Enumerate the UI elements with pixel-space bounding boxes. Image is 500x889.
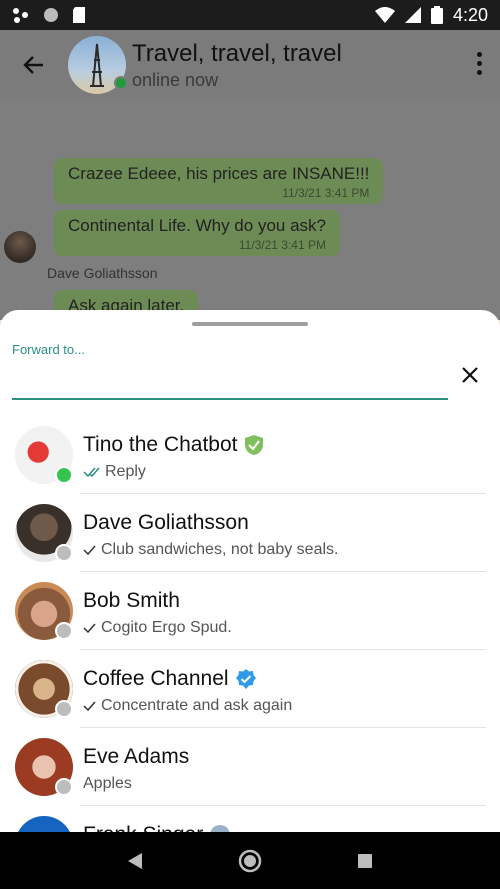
chat-area: Crazee Edeee, his prices are INSANE!!! 1… <box>0 100 500 320</box>
chat-subtitle: online now <box>132 69 219 90</box>
verified-badge-icon <box>235 669 256 689</box>
close-button[interactable] <box>452 360 488 390</box>
offline-indicator <box>55 700 73 718</box>
status-bar: 4:20 <box>0 0 500 30</box>
message-bubble[interactable]: Continental Life. Why do you ask? 11/3/2… <box>54 210 340 256</box>
avatar <box>15 816 73 832</box>
message-bubble[interactable]: Crazee Edeee, his prices are INSANE!!! 1… <box>54 158 384 204</box>
contact-name: Dave Goliathsson <box>83 511 249 534</box>
contact-preview: Club sandwiches, not baby seals. <box>101 541 339 558</box>
message-text: Continental Life. Why do you ask? <box>68 216 326 235</box>
recents-square-icon[interactable] <box>357 853 373 869</box>
contact-preview: Reply <box>105 463 146 480</box>
contact-name: Tino the Chatbot <box>83 433 238 456</box>
check-icon <box>83 623 96 634</box>
sender-avatar[interactable] <box>4 231 36 263</box>
forward-search-input[interactable] <box>12 360 448 400</box>
close-icon <box>462 367 478 383</box>
online-indicator <box>55 466 73 484</box>
sync-icon <box>44 8 58 22</box>
offline-indicator <box>55 622 73 640</box>
clock: 4:20 <box>452 4 488 25</box>
contact-row[interactable]: Bob Smith Cogito Ergo Spud. <box>0 572 500 650</box>
back-triangle-icon[interactable] <box>127 852 143 870</box>
contact-name: Coffee Channel <box>83 667 229 690</box>
contact-preview: Apples <box>83 775 132 792</box>
message-time: 11/3/21 3:41 PM <box>238 238 326 252</box>
message-text: Crazee Edeee, his prices are INSANE!!! <box>68 164 370 183</box>
forward-label: Forward to... <box>12 342 85 357</box>
online-indicator <box>114 76 128 90</box>
contact-row[interactable]: Tino the Chatbot Reply <box>0 416 500 494</box>
battery-icon <box>430 6 443 24</box>
drag-handle[interactable] <box>192 322 308 326</box>
check-icon <box>83 545 96 556</box>
info-badge-icon <box>210 825 230 832</box>
contact-row[interactable]: Frank Singer <box>0 806 500 832</box>
connection-icon <box>13 8 28 23</box>
contact-row[interactable]: Coffee Channel Concentrate and ask again <box>0 650 500 728</box>
sd-card-icon <box>73 7 85 23</box>
message-time: 11/3/21 3:41 PM <box>282 186 370 200</box>
offline-indicator <box>55 544 73 562</box>
contact-list: Tino the Chatbot Reply Dave Goliathsson … <box>0 416 500 832</box>
contact-preview: Cogito Ergo Spud. <box>101 619 232 636</box>
group-avatar[interactable] <box>68 36 128 94</box>
sender-name: Dave Goliathsson <box>47 265 158 281</box>
contact-name: Frank Singer <box>83 823 203 832</box>
forward-sheet: Forward to... Tino the Chatbot Reply Dav… <box>0 310 500 832</box>
chat-title: Travel, travel, travel <box>132 39 342 67</box>
check-icon <box>83 701 96 712</box>
contact-name: Eve Adams <box>83 745 190 768</box>
contact-name: Bob Smith <box>83 589 180 612</box>
signal-icon <box>404 7 421 23</box>
verified-shield-icon <box>244 435 263 455</box>
contact-row[interactable]: Eve Adams Apples <box>0 728 500 806</box>
arrow-left-icon <box>23 56 43 74</box>
more-options-icon[interactable] <box>477 52 482 75</box>
back-button[interactable] <box>0 30 68 100</box>
home-circle-icon[interactable] <box>238 849 262 873</box>
contact-preview: Concentrate and ask again <box>101 697 293 714</box>
contact-row[interactable]: Dave Goliathsson Club sandwiches, not ba… <box>0 494 500 572</box>
wifi-icon <box>374 7 395 23</box>
navigation-bar <box>0 832 500 889</box>
offline-indicator <box>55 778 73 796</box>
chat-header: Travel, travel, travel online now <box>0 30 500 100</box>
double-check-icon <box>83 467 100 478</box>
